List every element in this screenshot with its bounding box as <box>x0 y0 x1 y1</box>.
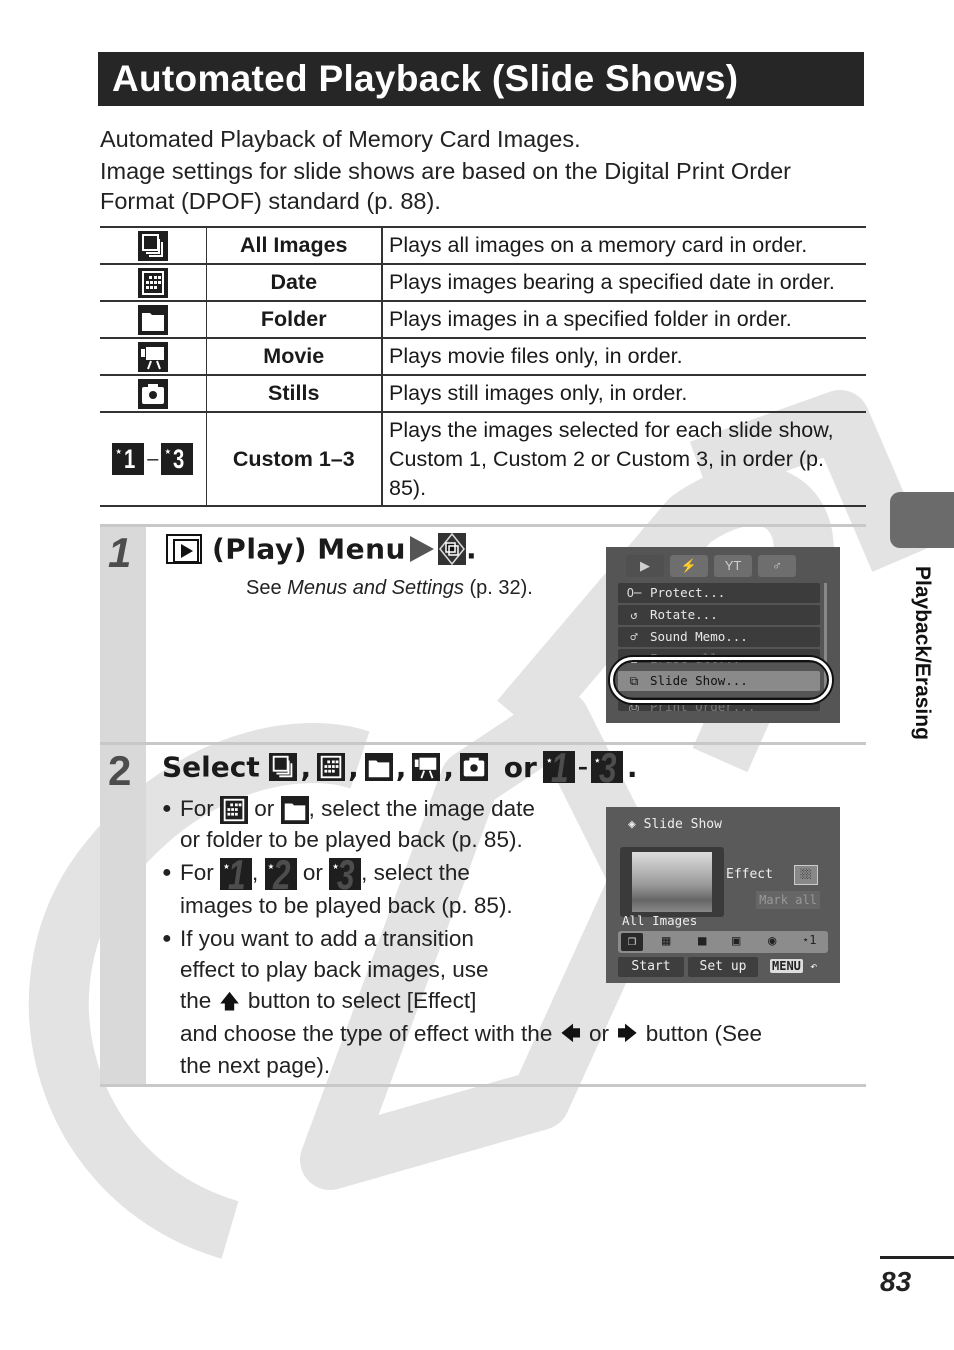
mode-selector-bar: ❐ ▦ ■ ▣ ◉ ⋆1 <box>618 931 828 953</box>
tab-play[interactable]: ▶ <box>626 555 664 577</box>
mark-all-button[interactable]: Mark all <box>756 891 820 909</box>
slide-show-modes-table: All Images Plays all images on a memory … <box>100 226 866 507</box>
step-2-heading: Select ,,,, or ⋆ 1– ⋆ 3. <box>162 744 638 791</box>
table-row: Folder Plays images in a specified folde… <box>100 301 866 338</box>
range-dash: – <box>147 447 159 470</box>
mode-name: All Images <box>206 227 383 264</box>
mic-icon: ♂ <box>630 630 638 644</box>
rotate-icon: ↺ <box>630 608 638 622</box>
custom-1-icon: ⋆ 1 <box>542 747 575 789</box>
up-arrow-icon: 🡅 <box>219 990 240 1013</box>
date-icon <box>220 796 249 825</box>
camera-slide-show-screen: ◈ Slide Show Effect ░░ Mark all All Imag… <box>606 807 840 983</box>
right-arrow-icon: 🡆 <box>617 1023 638 1046</box>
mode-movie[interactable]: ▣ <box>732 933 740 949</box>
movie-icon <box>412 753 441 781</box>
or-text: or <box>503 750 537 784</box>
chapter-tab <box>890 492 954 548</box>
effect-label: Effect <box>726 867 773 882</box>
mode-stills[interactable]: ◉ <box>768 933 776 949</box>
play-icon <box>166 534 202 564</box>
table-row: Movie Plays movie files only, in order. <box>100 338 866 375</box>
all-images-icon <box>137 230 168 261</box>
folder-icon <box>137 304 168 335</box>
mode-name: Folder <box>206 301 383 338</box>
tab-print[interactable]: ⚡ <box>670 555 708 577</box>
menu-item-sound-memo[interactable]: ♂ Sound Memo... <box>618 627 820 647</box>
tab-my-camera[interactable]: ♂ <box>758 555 796 577</box>
effect-selector[interactable]: ░░ <box>794 865 818 885</box>
screen-title: ◈ Slide Show <box>628 817 722 832</box>
chapter-label: Playback/Erasing <box>911 566 934 740</box>
folder-icon <box>364 753 393 781</box>
page-title: Automated Playback (Slide Shows) <box>112 58 739 99</box>
mode-description: Plays the images selected for each slide… <box>389 417 834 500</box>
camera-play-menu-screen: ▶ ⚡ YT ♂ O─ Protect... ↺ Rotate... ♂ Sound … <box>606 547 840 723</box>
custom-3-icon: ⋆ 3 <box>590 747 623 789</box>
table-row: All Images Plays all images on a memory … <box>100 227 866 264</box>
mode-description: Plays still images only, in order. <box>389 381 688 405</box>
step-number: 2 <box>108 747 132 794</box>
mode-label: All Images <box>622 913 698 928</box>
menu-item-rotate[interactable]: ↺ Rotate... <box>618 605 820 625</box>
movie-icon <box>137 341 168 372</box>
setup-button[interactable]: Set up <box>688 957 758 977</box>
mode-name: Custom 1–3 <box>206 412 383 506</box>
intro-text: Automated Playback of Memory Card Images… <box>100 124 870 216</box>
date-icon <box>137 267 168 298</box>
step-1: 1 (Play) Menu. See Menus and Settings (p… <box>100 524 866 742</box>
date-icon <box>317 753 346 781</box>
intro-line: Automated Playback of Memory Card Images… <box>100 126 581 152</box>
page-title-bar: Automated Playback (Slide Shows) <box>98 52 864 106</box>
preview-thumbnail <box>620 847 724 917</box>
mode-folder[interactable]: ■ <box>698 933 706 949</box>
table-row: Stills Plays still images only, in order… <box>100 375 866 412</box>
highlight-ring <box>610 657 832 703</box>
custom-1-icon: ⋆ 1 <box>112 443 145 475</box>
page-number: 83 <box>880 1266 912 1297</box>
start-button[interactable]: Start <box>618 957 684 977</box>
table-row: ⋆ 1– ⋆ 3 Custom 1–3 Plays the images select… <box>100 412 866 506</box>
table-row: Date Plays images bearing a specified da… <box>100 264 866 301</box>
custom-2-icon: ⋆ 2 <box>264 854 297 896</box>
tab-setup[interactable]: YT <box>714 555 752 577</box>
see-reference: See Menus and Settings (p. 32). <box>246 577 533 599</box>
left-arrow-icon: 🡄 <box>560 1023 582 1046</box>
mode-date[interactable]: ▦ <box>662 933 670 949</box>
mode-description: Plays movie files only, in order. <box>389 344 683 368</box>
step-gutter <box>100 745 146 1084</box>
page-number-rule <box>880 1256 954 1259</box>
arrow-right-icon <box>409 536 434 562</box>
period: . <box>465 532 478 566</box>
mode-description: Plays all images on a memory card in ord… <box>389 233 808 257</box>
menu-back-button[interactable]: MENU ↶ <box>770 959 817 973</box>
mode-custom-1[interactable]: ⋆1 <box>802 933 816 947</box>
slideshow-icon <box>437 533 466 565</box>
mode-name: Stills <box>206 375 383 412</box>
custom-3-icon: ⋆ 3 <box>161 443 194 475</box>
folder-icon <box>280 796 309 825</box>
stills-icon <box>460 753 489 781</box>
mode-description: Plays images in a specified folder in or… <box>389 307 792 331</box>
mode-name: Movie <box>206 338 383 375</box>
step-2: 2 Select ,,,, or⋆1–⋆3. For or , select t… <box>100 742 866 1087</box>
intro-line: Image settings for slide shows are based… <box>100 158 791 214</box>
all-images-icon <box>269 753 298 781</box>
step-1-heading: (Play) Menu. <box>166 531 477 566</box>
custom-3-icon: ⋆ 3 <box>329 854 362 896</box>
step-1-heading-text: (Play) Menu <box>212 532 406 566</box>
back-icon: ↶ <box>810 959 818 973</box>
mode-description: Plays images bearing a specified date in… <box>389 270 835 294</box>
stills-icon <box>137 378 168 409</box>
menu-tabs: ▶ ⚡ YT ♂ <box>626 555 806 577</box>
menu-item-protect[interactable]: O─ Protect... <box>618 583 820 603</box>
mode-name: Date <box>206 264 383 301</box>
step-number: 1 <box>108 529 132 576</box>
key-icon: O─ <box>626 586 642 600</box>
mode-all-images[interactable]: ❐ <box>621 933 643 951</box>
step-2-heading-text: Select <box>162 750 260 784</box>
custom-1-icon: ⋆ 1 <box>220 854 253 896</box>
